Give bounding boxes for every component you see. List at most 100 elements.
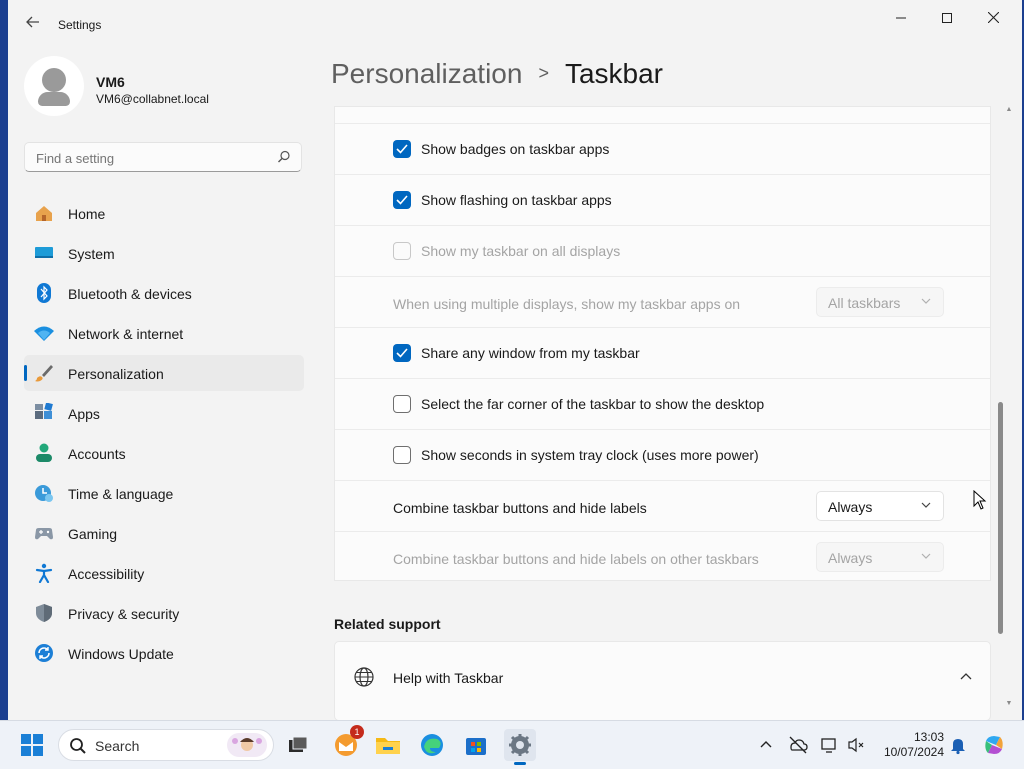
onedrive-icon[interactable]	[788, 735, 808, 755]
settings-content: Show badges on taskbar apps Show flashin…	[334, 106, 992, 720]
sidebar-item-personalization[interactable]: Personalization	[24, 355, 304, 391]
sidebar-item-label: Privacy & security	[68, 606, 180, 622]
chevron-up-tray-icon[interactable]	[756, 735, 776, 755]
chevron-down-icon	[921, 553, 931, 559]
combine-buttons-dropdown[interactable]: Always	[816, 491, 944, 521]
badges-checkbox[interactable]	[393, 140, 411, 158]
sidebar-item-system[interactable]: System	[24, 235, 304, 271]
taskbar-search-label: Search	[95, 738, 140, 754]
setting-row-all-displays: Show my taskbar on all displays	[335, 225, 990, 276]
setting-row-badges[interactable]: Show badges on taskbar apps	[335, 123, 990, 174]
setting-label: Share any window from my taskbar	[421, 345, 640, 361]
maximize-icon	[942, 13, 952, 23]
sidebar-item-network[interactable]: Network & internet	[24, 315, 304, 351]
home-icon	[36, 206, 52, 221]
close-button[interactable]	[970, 6, 1016, 30]
copilot-icon[interactable]	[982, 733, 1006, 757]
sidebar-item-privacy-security[interactable]: Privacy & security	[24, 595, 304, 631]
scroll-down-arrow[interactable]: ▼	[1004, 700, 1014, 708]
sidebar-item-gaming[interactable]: Gaming	[24, 515, 304, 551]
apps-icon	[35, 403, 53, 419]
setting-label: Show my taskbar on all displays	[421, 243, 621, 259]
maximize-button[interactable]	[924, 6, 970, 30]
setting-row-flashing[interactable]: Show flashing on taskbar apps	[335, 174, 990, 225]
help-label: Help with Taskbar	[393, 670, 504, 686]
search-highlight-image	[227, 733, 267, 757]
chevron-up-icon[interactable]	[960, 672, 972, 680]
sidebar-item-home[interactable]: Home	[24, 195, 304, 231]
flashing-checkbox[interactable]	[393, 191, 411, 209]
minimize-button[interactable]	[878, 6, 924, 30]
far-corner-checkbox[interactable]	[393, 395, 411, 413]
search-input[interactable]	[34, 148, 268, 168]
time-language-icon	[35, 485, 53, 502]
setting-row-multiple-displays: When using multiple displays, show my ta…	[335, 276, 990, 327]
user-profile[interactable]: VM6 VM6@collabnet.local	[24, 56, 314, 120]
start-button[interactable]	[16, 729, 48, 761]
clock-date: 10/07/2024	[883, 745, 944, 759]
settings-app-button[interactable]	[504, 729, 536, 765]
profile-email: VM6@collabnet.local	[96, 92, 209, 106]
task-view-icon	[289, 736, 308, 752]
network-status-icon[interactable]	[820, 735, 840, 755]
edge-button[interactable]	[416, 729, 448, 761]
dropdown-value: Always	[828, 550, 873, 566]
app-title: Settings	[58, 18, 102, 32]
personalization-icon	[35, 365, 53, 382]
checkmark-icon	[396, 195, 408, 205]
scroll-up-arrow[interactable]: ▲	[1004, 106, 1014, 114]
find-setting-box[interactable]	[24, 142, 302, 172]
checkmark-icon	[396, 348, 408, 358]
settings-window: Settings VM6 VM6@collabnet.local Find a …	[8, 0, 1022, 720]
taskbar-behaviors-card: Show badges on taskbar apps Show flashin…	[334, 106, 991, 581]
sidebar-item-accessibility[interactable]: Accessibility	[24, 555, 304, 591]
network-icon	[34, 326, 54, 341]
task-view-button[interactable]	[282, 729, 314, 761]
setting-row-share-window[interactable]: Share any window from my taskbar	[335, 327, 990, 378]
avatar	[24, 56, 84, 116]
dropdown-value: All taskbars	[828, 295, 901, 311]
show-seconds-checkbox[interactable]	[393, 446, 411, 464]
chevron-down-icon	[921, 298, 931, 304]
bluetooth-icon	[37, 283, 51, 303]
breadcrumb-parent[interactable]: Personalization	[331, 58, 522, 89]
sidebar-item-label: Accounts	[68, 446, 126, 462]
related-support-heading: Related support	[334, 616, 441, 632]
file-explorer-icon	[376, 738, 400, 754]
sidebar-item-label: Bluetooth & devices	[68, 286, 192, 302]
sidebar-item-time-language[interactable]: Time & language	[24, 475, 304, 511]
volume-muted-icon[interactable]	[846, 735, 866, 755]
back-button[interactable]	[22, 14, 44, 36]
sidebar-item-bluetooth[interactable]: Bluetooth & devices	[24, 275, 304, 311]
clock-time: 13:03	[913, 730, 944, 744]
sidebar-item-apps[interactable]: Apps	[24, 395, 304, 431]
dropdown-value: Always	[828, 499, 873, 515]
sidebar-item-label: Time & language	[68, 486, 174, 502]
chevron-down-icon	[921, 502, 931, 508]
mail-button[interactable]: 1	[330, 725, 364, 761]
setting-label: Combine taskbar buttons and hide labels …	[393, 551, 759, 567]
sidebar-item-windows-update[interactable]: Windows Update	[24, 635, 304, 671]
taskbar-search[interactable]: Search	[58, 729, 274, 761]
notification-bell-icon[interactable]	[948, 735, 968, 755]
settings-gear-icon	[509, 734, 531, 756]
system-clock[interactable]: 13:03 10/07/2024	[872, 730, 944, 760]
store-button[interactable]	[460, 729, 492, 761]
help-with-taskbar-card[interactable]: Help with Taskbar	[334, 641, 991, 720]
file-explorer-button[interactable]	[372, 729, 404, 761]
close-icon	[987, 11, 999, 24]
scrollbar-thumb[interactable]	[998, 402, 1003, 634]
share-window-checkbox[interactable]	[393, 344, 411, 362]
setting-label: Show badges on taskbar apps	[421, 141, 610, 157]
setting-row-show-seconds[interactable]: Show seconds in system tray clock (uses …	[335, 429, 990, 480]
sidebar-item-accounts[interactable]: Accounts	[24, 435, 304, 471]
sidebar-item-label: Network & internet	[68, 326, 184, 342]
breadcrumb: Personalization > Taskbar	[331, 58, 663, 90]
multiple-displays-dropdown: All taskbars	[816, 287, 944, 317]
all-displays-checkbox	[393, 242, 411, 260]
profile-name: VM6	[96, 74, 125, 90]
page-title: Taskbar	[564, 58, 664, 89]
taskbar: Search 1 13:03 10/07/2024	[0, 720, 1024, 769]
setting-row-far-corner[interactable]: Select the far corner of the taskbar to …	[335, 378, 990, 429]
breadcrumb-separator: >	[538, 63, 549, 83]
